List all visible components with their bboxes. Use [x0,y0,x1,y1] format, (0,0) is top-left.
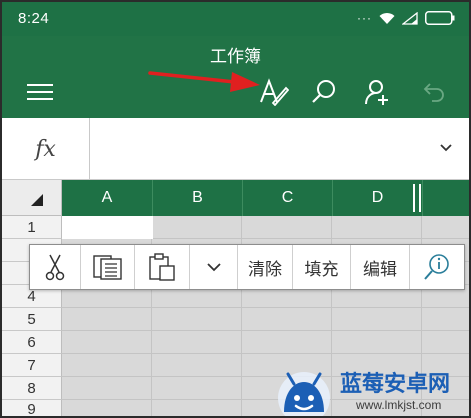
signal-icon [402,11,418,25]
workbook-title: 工作簿 [210,47,261,66]
row-header-5[interactable]: 5 [2,308,62,331]
status-icons: ··· [357,11,455,25]
fx-label: fx [2,118,90,180]
clear-button[interactable]: 清除 [238,245,293,289]
select-all-corner[interactable] [2,180,62,216]
formula-bar: fx [2,118,469,180]
android-logo-icon [278,372,330,416]
chevron-down-icon[interactable] [439,140,453,158]
row-header-8[interactable]: 8 [2,377,62,400]
search-button[interactable] [304,74,344,110]
hamburger-icon [27,84,53,100]
notification-dots: ··· [357,11,372,25]
column-header-d[interactable]: D [333,180,423,216]
status-bar: 8:24 ··· [2,2,469,36]
column-header-b[interactable]: B [153,180,243,216]
formula-input[interactable] [91,118,431,180]
menu-button[interactable] [20,74,60,110]
cut-button[interactable] [30,245,81,289]
watermark-text: 蓝莓安卓网 [340,371,451,396]
add-person-icon [365,80,388,105]
selected-cell-a1[interactable] [62,216,153,239]
more-paste-options-button[interactable] [190,245,238,289]
battery-icon [425,11,455,25]
share-button[interactable] [358,74,398,110]
scissors-cut-icon [45,254,65,281]
edit-cell-button[interactable]: 编辑 [351,245,410,289]
freeze-handle[interactable] [413,184,421,212]
copy-icon [92,255,122,280]
phone-screen: 8:24 ··· 工作簿 fx A B C D 1 4 5 6 7 8 9 清除… [0,0,471,418]
row-header-7[interactable]: 7 [2,354,62,377]
chevron-down-icon [206,263,221,272]
column-header-a[interactable]: A [62,180,153,216]
row-header-6[interactable]: 6 [2,331,62,354]
smart-lookup-button[interactable] [410,245,464,289]
row-header-1[interactable]: 1 [2,216,62,239]
search-icon [312,80,335,103]
fill-button[interactable]: 填充 [293,245,351,289]
status-time: 8:24 [18,10,50,27]
undo-icon [423,83,444,102]
paste-icon [149,253,175,281]
row-header-9[interactable]: 9 [2,400,62,416]
watermark: 蓝莓安卓网 www.lmkjst.com [270,362,469,416]
paste-button[interactable] [135,245,190,289]
undo-button[interactable] [414,74,454,110]
copy-button[interactable] [81,245,135,289]
cell-context-menu: 清除 填充 编辑 [29,244,465,290]
smart-lookup-icon [424,254,449,280]
column-header-next[interactable] [423,180,469,216]
wifi-icon [379,12,395,25]
column-header-c[interactable]: C [243,180,333,216]
annotation-arrow-icon [148,71,260,92]
watermark-url: www.lmkjst.com [356,398,442,412]
